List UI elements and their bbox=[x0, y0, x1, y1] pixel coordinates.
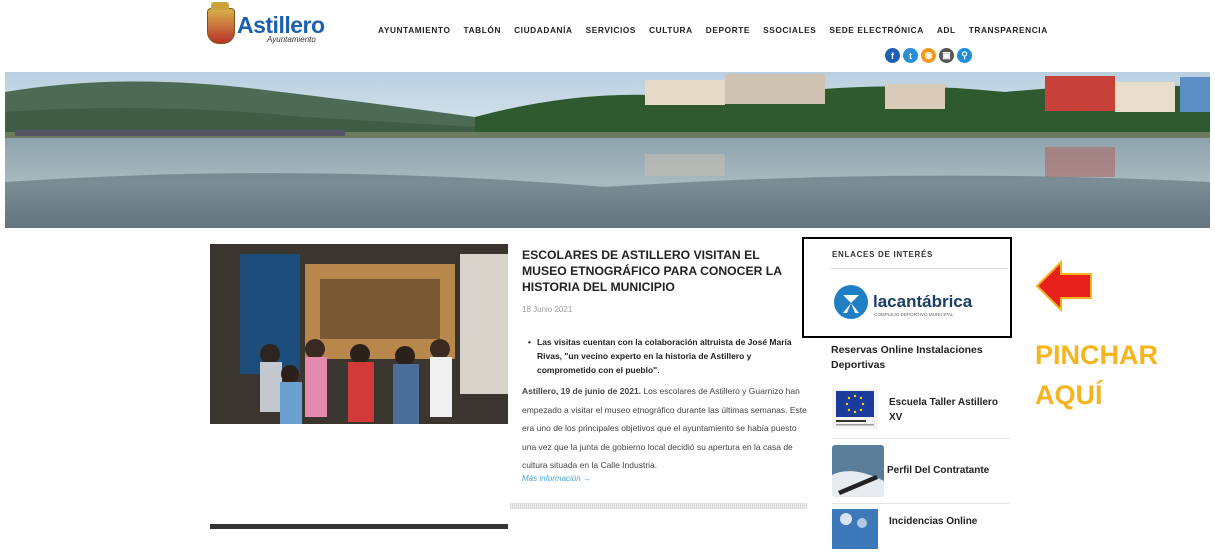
site-logo[interactable]: Astillero Ayuntamiento bbox=[207, 2, 325, 46]
lacantabrica-logo-text: lacantábrica bbox=[873, 292, 973, 311]
coat-of-arms-icon bbox=[207, 8, 235, 44]
contract-profile-image bbox=[832, 445, 884, 497]
incidents-image bbox=[832, 509, 878, 549]
sidebar-item-incidencias[interactable]: Incidencias Online bbox=[832, 509, 1012, 549]
main-nav: AYUNTAMIENTO TABLÓN CIUDADANÍA SERVICIOS… bbox=[378, 25, 1061, 35]
red-arrow-icon bbox=[1035, 258, 1095, 314]
social-icons: f t ◉ ▣ ⚲ bbox=[885, 48, 972, 63]
article-lead-bold: Astillero, 19 de junio de 2021. bbox=[522, 386, 642, 396]
lock-icon[interactable]: ▣ bbox=[939, 48, 954, 63]
sidebar-title: ENLACES DE INTERÉS bbox=[832, 250, 934, 259]
sidebar-divider bbox=[832, 503, 1010, 504]
article-highlight: Las visitas cuentan con la colaboración … bbox=[528, 335, 807, 377]
twitter-icon[interactable]: t bbox=[903, 48, 918, 63]
sidebar-item-label: Escuela Taller Astillero XV bbox=[889, 397, 998, 423]
article-photo[interactable] bbox=[210, 244, 508, 424]
article-date: 18 Junio 2021 bbox=[522, 305, 573, 314]
pinchar-line: PINCHAR bbox=[1035, 340, 1159, 370]
article-divider bbox=[510, 503, 807, 509]
sidebar-title-divider bbox=[830, 268, 1008, 269]
article-body: Astillero, 19 de junio de 2021. Los esco… bbox=[522, 382, 807, 475]
nav-item-ssociales[interactable]: SSOCIALES bbox=[763, 25, 816, 35]
reservas-link[interactable]: Reservas Online Instalaciones Deportivas bbox=[831, 343, 1011, 373]
nav-item-deporte[interactable]: DEPORTE bbox=[706, 25, 750, 35]
lacantabrica-logo-sub: COMPLEJO DEPORTIVO MUNICIPAL bbox=[874, 312, 954, 317]
nav-item-adl[interactable]: ADL bbox=[937, 25, 956, 35]
sidebar-item-label: Incidencias Online bbox=[889, 516, 978, 527]
search-icon[interactable]: ⚲ bbox=[957, 48, 972, 63]
sidebar-divider bbox=[832, 438, 1010, 439]
eu-flag-icon bbox=[832, 389, 878, 429]
lacantabrica-link[interactable]: lacantábrica COMPLEJO DEPORTIVO MUNICIPA… bbox=[833, 283, 1003, 323]
more-info-link[interactable]: Más información → bbox=[522, 474, 591, 483]
next-article-photo[interactable] bbox=[210, 524, 508, 529]
rss-icon[interactable]: ◉ bbox=[921, 48, 936, 63]
sidebar-item-escuela-taller[interactable]: Escuela Taller Astillero XV bbox=[832, 389, 1012, 429]
nav-item-tablon[interactable]: TABLÓN bbox=[464, 25, 502, 35]
facebook-icon[interactable]: f bbox=[885, 48, 900, 63]
sidebar-item-perfil-contratante[interactable]: Perfil Del Contratante bbox=[832, 445, 1012, 497]
article-lead-text: Los escolares de Astillero y Guarnizo ha… bbox=[522, 386, 807, 470]
article-title[interactable]: ESCOLARES DE ASTILLERO VISITAN EL MUSEO … bbox=[522, 247, 792, 295]
sidebar-item-label: Perfil Del Contratante bbox=[887, 465, 990, 476]
logo-subtitle: Ayuntamiento bbox=[267, 35, 316, 44]
nav-item-transparencia[interactable]: TRANSPARENCIA bbox=[969, 25, 1048, 35]
nav-item-servicios[interactable]: SERVICIOS bbox=[586, 25, 636, 35]
header-banner-image bbox=[5, 72, 1210, 228]
nav-item-ayuntamiento[interactable]: AYUNTAMIENTO bbox=[378, 25, 451, 35]
nav-item-cultura[interactable]: CULTURA bbox=[649, 25, 693, 35]
aqui-line: AQUÍ bbox=[1035, 380, 1103, 410]
crown-icon bbox=[211, 2, 229, 10]
nav-item-sede-electronica[interactable]: SEDE ELECTRÓNICA bbox=[829, 25, 923, 35]
nav-item-ciudadania[interactable]: CIUDADANÍA bbox=[514, 25, 573, 35]
pinchar-aqui-label: PINCHAR AQUÍ bbox=[1035, 335, 1158, 415]
